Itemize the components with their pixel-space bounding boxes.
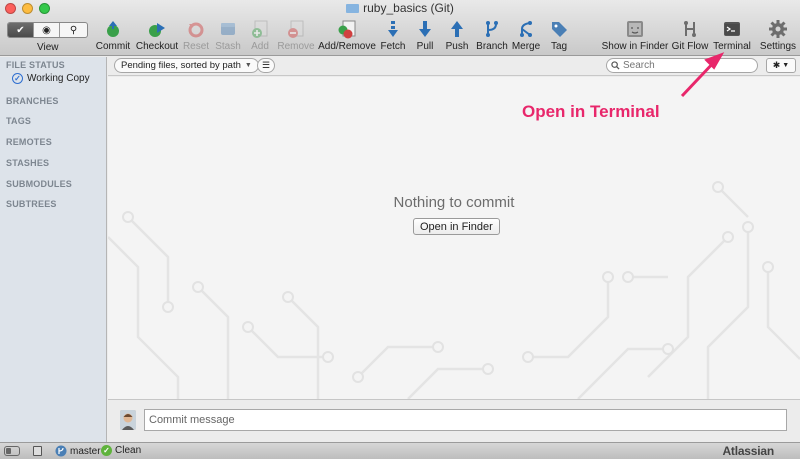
repository-icon <box>33 446 42 456</box>
branch-status-icon <box>55 445 67 457</box>
commit-bar <box>108 399 800 442</box>
commit-message-field[interactable] <box>144 409 787 431</box>
avatar <box>120 410 136 430</box>
annotation-arrow <box>680 52 725 98</box>
check-icon: ✓ <box>101 445 112 456</box>
commit-message-input[interactable] <box>145 410 786 430</box>
branch-name: master <box>70 445 101 457</box>
status-bar: master ✓ Clean Atlassian <box>0 442 800 459</box>
status-text: Clean <box>115 445 142 456</box>
annotation-label: Open in Terminal <box>522 102 660 121</box>
atlassian-logo: Atlassian <box>722 444 774 458</box>
working-copy-status: ✓ Clean <box>101 445 141 456</box>
sidebar-toggle-button[interactable] <box>4 446 20 456</box>
current-branch[interactable]: master <box>55 445 101 457</box>
